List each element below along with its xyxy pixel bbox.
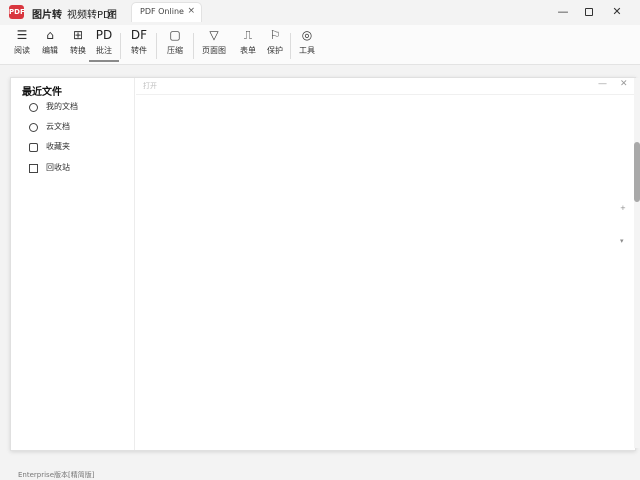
tool-read[interactable]: ☰ 阅读 xyxy=(7,28,37,62)
tool-transfer[interactable]: DF 转件 xyxy=(124,28,154,62)
sidebar: 最近文件 我的文档 云文档 收藏夹 回收站 xyxy=(11,78,135,450)
circle-icon xyxy=(29,123,38,132)
app-logo: PDF xyxy=(9,5,25,19)
tool-label: 阅读 xyxy=(14,46,30,55)
content-title: 打开 xyxy=(143,82,157,90)
sidebar-item-label: 我的文档 xyxy=(46,102,78,111)
edit-icon: ⌂ xyxy=(46,28,54,42)
toolbar-divider xyxy=(290,33,291,59)
zoom-in-icon[interactable]: + xyxy=(620,204,626,212)
tool-label: 压缩 xyxy=(167,46,183,55)
content-header: 打开 — ✕ xyxy=(136,78,635,95)
read-icon: ☰ xyxy=(16,28,28,42)
tool-annotate[interactable]: PD 批注 xyxy=(89,28,119,62)
sidebar-item-label: 云文档 xyxy=(46,122,70,131)
maximize-icon xyxy=(585,8,593,16)
menu-item-2[interactable]: 图 xyxy=(107,6,117,21)
toolbar-divider xyxy=(193,33,194,59)
tool-tools[interactable]: ◎ 工具 xyxy=(292,28,322,62)
tool-label: 转件 xyxy=(131,46,147,55)
tool-edit[interactable]: ⌂ 编辑 xyxy=(35,28,65,62)
sidebar-item-label: 收藏夹 xyxy=(46,142,70,151)
df-text-icon: DF xyxy=(130,28,148,42)
maximize-button[interactable] xyxy=(579,4,599,20)
chevron-down-icon[interactable]: ▾ xyxy=(620,237,624,245)
sidebar-item-label: 回收站 xyxy=(46,163,70,172)
title-bar: PDF 图片转 视频转PDF 图 PDF Online × — ✕ xyxy=(0,0,640,25)
form-icon: ⎍ xyxy=(243,28,253,42)
flag-icon: ⚐ xyxy=(269,28,281,42)
content-area: 打开 — ✕ xyxy=(136,78,635,450)
page-image-icon: ▽ xyxy=(209,28,219,42)
circle-icon xyxy=(29,103,38,112)
menu-item-0[interactable]: 图片转 xyxy=(32,6,62,21)
content-close-icon[interactable]: ✕ xyxy=(620,79,628,89)
tool-page-image[interactable]: ▽ 页面图 xyxy=(199,28,229,62)
scrollbar-thumb[interactable] xyxy=(634,142,640,202)
tool-form[interactable]: ⎍ 表单 xyxy=(233,28,263,62)
tool-label: 页面图 xyxy=(202,46,226,55)
document-tab[interactable]: PDF Online × xyxy=(131,2,202,22)
document-tab-label: PDF Online xyxy=(140,7,184,16)
toolbar-divider xyxy=(120,33,121,59)
folder-icon xyxy=(29,143,38,152)
tools-icon: ◎ xyxy=(301,28,313,42)
tool-label: 工具 xyxy=(299,46,315,55)
minimize-button[interactable]: — xyxy=(553,4,573,20)
vertical-scrollbar[interactable] xyxy=(634,78,640,448)
status-text: Enterprise版本[精简版] xyxy=(18,471,95,479)
main-panel: 最近文件 我的文档 云文档 收藏夹 回收站 打开 — ✕ xyxy=(10,77,636,451)
tool-label: 批注 xyxy=(96,46,112,55)
square-icon xyxy=(29,164,38,173)
tool-label: 编辑 xyxy=(42,46,58,55)
sidebar-title: 最近文件 xyxy=(22,87,62,98)
tool-label: 表单 xyxy=(240,46,256,55)
tool-protect[interactable]: ⚐ 保护 xyxy=(260,28,290,62)
compress-icon: ▢ xyxy=(169,28,181,42)
tab-close-icon[interactable]: × xyxy=(187,6,195,16)
content-minimize-icon[interactable]: — xyxy=(598,79,607,89)
toolbar: ☰ 阅读 ⌂ 编辑 ⊞ 转换 PD 批注 DF 转件 ▢ 压缩 ▽ 页面图 ⎍ … xyxy=(0,25,640,65)
tool-compress[interactable]: ▢ 压缩 xyxy=(160,28,190,62)
close-button[interactable]: ✕ xyxy=(607,4,627,20)
toolbar-divider xyxy=(156,33,157,59)
tool-label: 保护 xyxy=(267,46,283,55)
pd-text-icon: PD xyxy=(95,28,113,42)
